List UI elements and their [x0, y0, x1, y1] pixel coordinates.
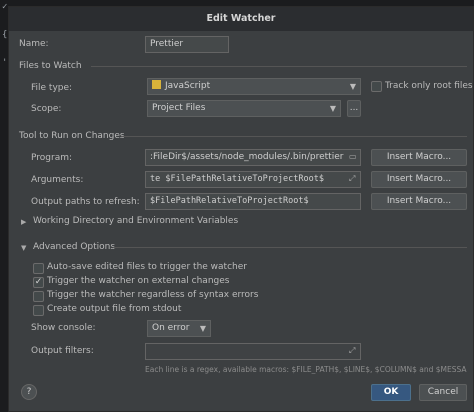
- folder-icon[interactable]: ▭: [349, 152, 357, 161]
- separator: [121, 136, 467, 137]
- expand-triangle-icon[interactable]: ▶: [21, 218, 26, 226]
- help-button[interactable]: ?: [21, 384, 37, 400]
- output-filters-label: Output filters:: [31, 346, 94, 356]
- files-to-watch-heading: Files to Watch: [19, 61, 82, 71]
- program-label: Program:: [31, 153, 73, 163]
- editor-glyph: {: [2, 30, 8, 40]
- separator: [113, 247, 467, 248]
- arguments-value: te $FilePathRelativeToProjectRoot$: [150, 174, 324, 184]
- file-type-select[interactable]: JavaScript ▼: [147, 78, 361, 95]
- scope-more-button[interactable]: ...: [347, 100, 361, 117]
- external-changes-checkbox[interactable]: ✓: [33, 277, 44, 288]
- output-filters-input[interactable]: [145, 343, 361, 360]
- insert-macro-button[interactable]: Insert Macro...: [371, 193, 467, 210]
- output-paths-value: $FilePathRelativeToProjectRoot$: [150, 196, 309, 206]
- file-type-value: JavaScript: [165, 81, 211, 91]
- edit-watcher-dialog: Edit Watcher Name: Prettier Files to Wat…: [8, 6, 474, 412]
- output-paths-input[interactable]: $FilePathRelativeToProjectRoot$: [145, 193, 361, 210]
- working-directory-toggle[interactable]: Working Directory and Environment Variab…: [33, 216, 238, 226]
- output-paths-label: Output paths to refresh:: [31, 197, 140, 207]
- insert-macro-button[interactable]: Insert Macro...: [371, 149, 467, 166]
- auto-save-label: Auto-save edited files to trigger the wa…: [47, 262, 247, 272]
- editor-glyph: ✓: [2, 2, 8, 12]
- file-type-label: File type:: [31, 83, 73, 93]
- show-console-value: On error: [152, 323, 190, 333]
- insert-macro-button[interactable]: Insert Macro...: [371, 171, 467, 188]
- syntax-errors-checkbox[interactable]: [33, 291, 44, 302]
- stdout-checkbox[interactable]: [33, 305, 44, 316]
- stdout-label: Create output file from stdout: [47, 304, 182, 314]
- name-input[interactable]: Prettier: [145, 36, 229, 53]
- dialog-title: Edit Watcher: [9, 7, 473, 31]
- javascript-icon: [152, 80, 161, 89]
- name-label: Name:: [19, 39, 49, 49]
- ok-button[interactable]: OK: [371, 384, 411, 401]
- track-root-label: Track only root files: [385, 81, 473, 91]
- chevron-down-icon: ▼: [349, 82, 356, 91]
- scope-value: Project Files: [152, 103, 206, 113]
- scope-label: Scope:: [31, 104, 62, 114]
- advanced-options-heading[interactable]: Advanced Options: [33, 242, 115, 252]
- external-changes-label: Trigger the watcher on external changes: [47, 276, 230, 286]
- separator: [91, 66, 467, 67]
- chevron-down-icon: ▼: [329, 104, 336, 113]
- syntax-errors-label: Trigger the watcher regardless of syntax…: [47, 290, 259, 300]
- arguments-input[interactable]: te $FilePathRelativeToProjectRoot$: [145, 171, 361, 188]
- editor-glyph: ': [2, 58, 8, 68]
- chevron-down-icon: ▼: [199, 324, 206, 333]
- tool-to-run-heading: Tool to Run on Changes: [19, 131, 125, 141]
- program-value: :FileDir$/assets/node_modules/.bin/prett…: [150, 152, 344, 162]
- show-console-select[interactable]: On error ▼: [147, 320, 211, 337]
- show-console-label: Show console:: [31, 323, 96, 333]
- expand-icon[interactable]: ⤢: [349, 346, 355, 356]
- expand-icon[interactable]: ⤢: [349, 174, 355, 184]
- scope-select[interactable]: Project Files ▼: [147, 100, 341, 117]
- collapse-triangle-icon[interactable]: ▼: [21, 244, 26, 252]
- program-input[interactable]: :FileDir$/assets/node_modules/.bin/prett…: [145, 149, 361, 166]
- auto-save-checkbox[interactable]: [33, 263, 44, 274]
- arguments-label: Arguments:: [31, 175, 84, 185]
- output-filters-hint: Each line is a regex, available macros: …: [145, 365, 467, 374]
- track-root-checkbox[interactable]: [371, 81, 382, 92]
- cancel-button[interactable]: Cancel: [419, 384, 467, 401]
